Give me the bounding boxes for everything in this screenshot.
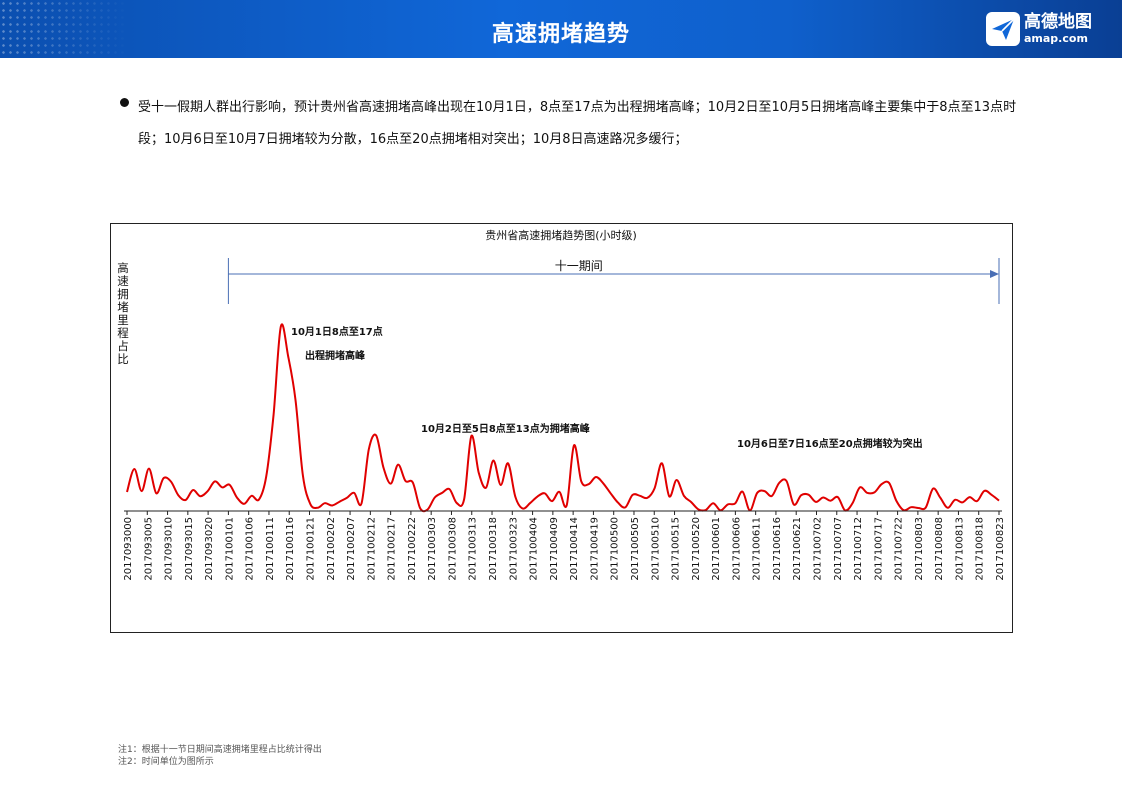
x-tick-label: 2017100212	[366, 517, 377, 581]
x-tick-label: 2017100813	[954, 517, 965, 581]
x-tick-label: 2017100116	[285, 517, 296, 581]
x-tick-label: 2017100207	[346, 517, 357, 581]
x-axis: 2017093000 2017093005 2017093010 2017093015…	[123, 510, 1006, 581]
series-line	[126, 323, 1000, 513]
x-tick-label: 2017100722	[894, 517, 905, 581]
logo-text-en: amap.com	[1024, 32, 1088, 45]
bullet-dot-icon	[120, 98, 129, 107]
chart-title: 贵州省高速拥堵趋势图(小时级)	[485, 228, 637, 242]
span-arrow-head	[990, 270, 999, 278]
paper-plane-icon	[986, 12, 1020, 46]
amap-logo: 高德地图 amap.com	[986, 12, 1092, 46]
x-tick-label: 2017100611	[752, 517, 763, 581]
x-tick-label: 2017100121	[306, 517, 317, 581]
x-tick-label: 2017100707	[833, 517, 844, 581]
x-tick-label: 2017100510	[650, 517, 661, 581]
x-tick-label: 2017100409	[549, 517, 560, 581]
summary-bullet: 受十一假期人群出行影响，预计贵州省高速拥堵高峰出现在10月1日，8点至17点为出…	[118, 92, 1018, 156]
x-tick-label: 2017100818	[975, 517, 986, 581]
x-tick-label: 2017100323	[508, 517, 519, 581]
x-tick-label: 2017100606	[731, 517, 742, 581]
x-tick-label: 2017100500	[610, 517, 621, 581]
y-axis-label: 高速拥堵里程占比	[117, 261, 129, 366]
x-tick-label: 2017100217	[387, 517, 398, 581]
footnote-1: 注1：根据十一节日期间高速拥堵里程占比统计得出	[118, 745, 322, 755]
x-tick-label: 2017100101	[224, 517, 235, 581]
x-tick-label: 2017100106	[245, 517, 256, 581]
chart-annotations: 10月1日8点至17点出程拥堵高峰 10月2日至5日8点至13点为拥堵高峰 10月6…	[291, 325, 923, 450]
x-tick-label: 2017100404	[529, 517, 540, 581]
logo-text-cn: 高德地图	[1024, 12, 1092, 32]
x-tick-label: 2017100318	[488, 517, 499, 581]
x-tick-label: 2017100808	[934, 517, 945, 581]
x-tick-label: 2017100303	[427, 517, 438, 581]
y-axis-title: 高速拥堵里程占比	[117, 261, 129, 366]
annotation-1-line-2: 出程拥堵高峰	[305, 349, 366, 362]
x-tick-label: 2017093010	[164, 517, 175, 581]
x-tick-label: 2017100717	[873, 517, 884, 581]
span-label: 十一期间	[555, 259, 603, 273]
footnotes: 注1：根据十一节日期间高速拥堵里程占比统计得出 注2：时间单位为图所示	[118, 744, 322, 768]
holiday-span: 十一期间	[227, 258, 1000, 304]
congestion-trend-chart: 贵州省高速拥堵趋势图(小时级) 高速拥堵里程占比 十一期间 10月1日8点至17…	[117, 228, 1006, 581]
annotation-2-line-1: 10月2日至5日8点至13点为拥堵高峰	[421, 422, 591, 435]
summary-text: 受十一假期人群出行影响，预计贵州省高速拥堵高峰出现在10月1日，8点至17点为出…	[138, 100, 1017, 147]
x-tick-label: 2017100712	[853, 517, 864, 581]
x-tick-label: 2017093005	[143, 517, 154, 581]
x-tick-label: 2017100515	[671, 517, 682, 581]
x-tick-label: 2017093020	[204, 517, 215, 581]
x-tick-label: 2017100616	[772, 517, 783, 581]
footnote-2: 注2：时间单位为图所示	[118, 757, 214, 767]
page-title: 高速拥堵趋势	[491, 22, 630, 47]
x-tick-label: 2017100308	[448, 517, 459, 581]
x-tick-label: 2017100621	[792, 517, 803, 581]
x-tick-label: 2017100222	[407, 517, 418, 581]
annotation-1-line-1: 10月1日8点至17点	[291, 325, 383, 338]
x-tick-label: 2017100823	[995, 517, 1006, 581]
chart-panel: 贵州省高速拥堵趋势图(小时级) 高速拥堵里程占比 十一期间 10月1日8点至17…	[110, 223, 1013, 633]
x-tick-label: 2017100803	[914, 517, 925, 581]
x-tick-label: 2017100520	[691, 517, 702, 581]
x-tick-label: 2017100414	[569, 517, 580, 581]
x-tick-label: 2017100202	[326, 517, 337, 581]
x-tick-label: 2017100601	[711, 517, 722, 581]
x-tick-label: 2017100111	[265, 517, 276, 581]
x-tick-label: 2017100702	[813, 517, 824, 581]
x-tick-label: 2017093000	[123, 517, 134, 581]
x-tick-label: 2017100313	[468, 517, 479, 581]
series-group	[126, 323, 1000, 513]
x-tick-label: 2017100419	[589, 517, 600, 581]
annotation-3-line-1: 10月6日至7日16点至20点拥堵较为突出	[737, 437, 923, 450]
header-bar: 高速拥堵趋势 高德地图 amap.com	[0, 0, 1122, 58]
x-tick-label: 2017100505	[630, 517, 641, 581]
x-tick-label: 2017093015	[184, 517, 195, 581]
